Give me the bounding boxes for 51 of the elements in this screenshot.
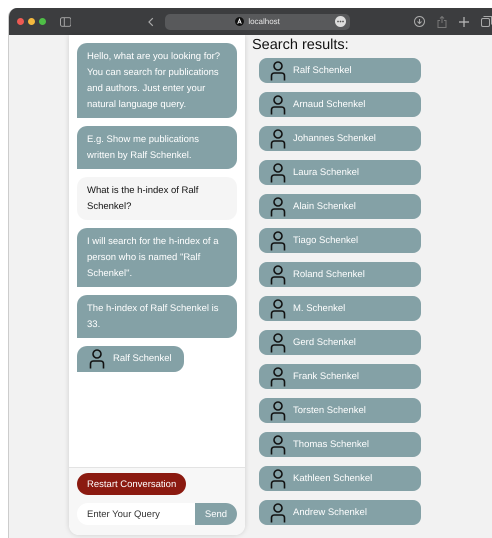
share-icon[interactable] xyxy=(437,16,447,28)
author-result[interactable]: Ralf Schenkel xyxy=(259,58,421,83)
bot-message: I will search for the h-index of a person who is named "Ralf Schenkel". xyxy=(77,228,237,287)
send-button[interactable]: Send xyxy=(195,503,237,525)
person-icon xyxy=(270,196,286,216)
author-result[interactable]: Tiago Schenkel xyxy=(259,228,421,253)
author-result[interactable]: Alain Schenkel xyxy=(259,194,421,219)
person-icon xyxy=(270,162,286,182)
author-result[interactable]: M. Schenkel xyxy=(259,296,421,321)
more-icon[interactable] xyxy=(335,16,346,27)
minimize-window-button[interactable] xyxy=(28,18,35,25)
person-icon xyxy=(270,400,286,420)
author-result[interactable]: Thomas Schenkel xyxy=(259,432,421,457)
author-result[interactable]: Arnaud Schenkel xyxy=(259,92,421,117)
person-icon xyxy=(270,128,286,148)
query-input-field[interactable]: Enter Your Query xyxy=(77,503,195,525)
person-result[interactable]: Ralf Schenkel xyxy=(77,346,184,372)
close-window-button[interactable] xyxy=(17,18,24,25)
new-tab-icon[interactable] xyxy=(459,16,469,26)
bot-message: The h-index of Ralf Schenkel is 33. xyxy=(77,295,237,338)
author-result[interactable]: Gerd Schenkel xyxy=(259,330,421,355)
person-icon xyxy=(270,434,286,454)
tabs-overview-icon[interactable] xyxy=(481,16,492,27)
user-message: What is the h-index of Ralf Schenkel? xyxy=(77,177,237,220)
site-icon xyxy=(235,17,244,26)
address-bar[interactable]: localhost xyxy=(165,14,350,30)
person-icon xyxy=(270,366,286,386)
author-result[interactable]: Roland Schenkel xyxy=(259,262,421,287)
person-icon xyxy=(270,502,286,522)
author-result[interactable]: Andrew Schenkel xyxy=(259,500,421,525)
person-icon xyxy=(270,298,286,318)
person-icon xyxy=(270,60,286,80)
sidebar-icon[interactable] xyxy=(60,16,72,26)
back-icon[interactable] xyxy=(148,16,154,26)
person-icon xyxy=(270,264,286,284)
author-result[interactable]: Frank Schenkel xyxy=(259,364,421,389)
person-icon xyxy=(270,332,286,352)
results-heading: Search results: xyxy=(252,36,349,55)
zoom-window-button[interactable] xyxy=(39,18,46,25)
bot-message: Hello, what are you looking for? You can search for publications and authors. Just enter your natural language query. xyxy=(77,43,237,118)
download-icon[interactable] xyxy=(414,16,425,27)
author-result[interactable]: Laura Schenkel xyxy=(259,160,421,185)
bot-message: E.g. Show me publications written by Ralf Schenkel. xyxy=(77,126,237,169)
author-result[interactable]: Johannes Schenkel xyxy=(259,126,421,151)
person-icon xyxy=(270,230,286,250)
person-icon xyxy=(89,349,105,369)
author-result[interactable]: Torsten Schenkel xyxy=(259,398,421,423)
person-icon xyxy=(270,468,286,488)
person-icon xyxy=(270,94,286,114)
author-result[interactable]: Kathleen Schenkel xyxy=(259,466,421,491)
restart-conversation-button[interactable]: Restart Conversation xyxy=(77,473,186,495)
